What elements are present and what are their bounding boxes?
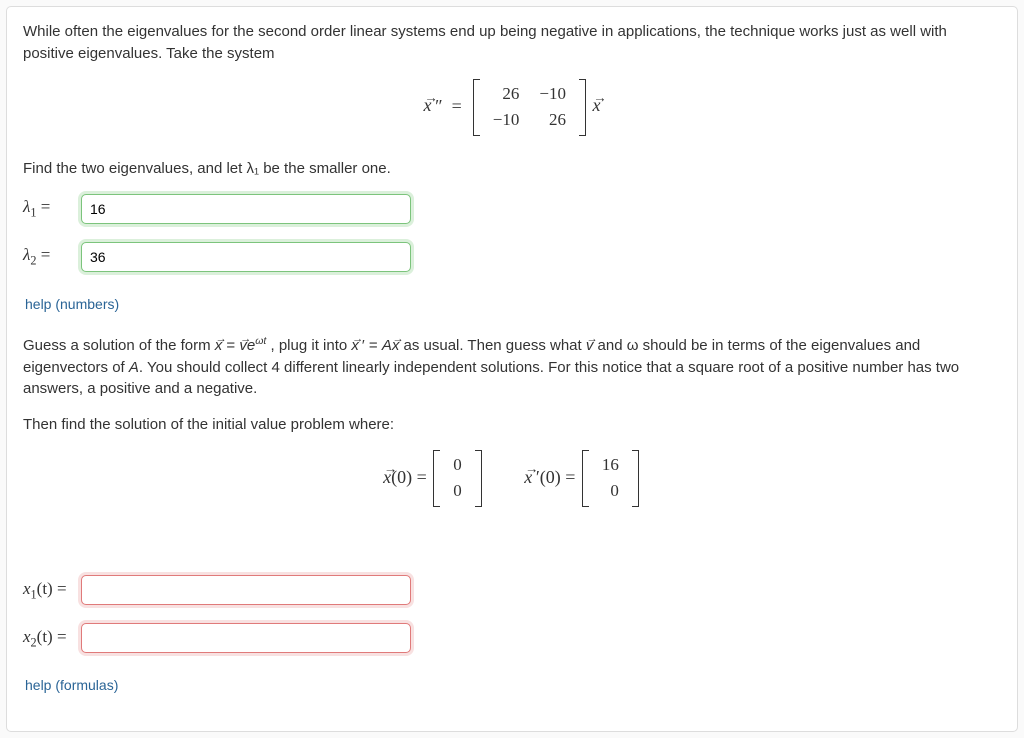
x1-input[interactable]: [81, 575, 411, 605]
x2-row: x2(t) =: [23, 623, 1001, 653]
x1-label: x1(t) =: [23, 577, 71, 604]
help-numbers-link[interactable]: help (numbers): [25, 294, 119, 314]
lambda1-label: λ1 =: [23, 195, 71, 222]
lambda1-input[interactable]: [81, 194, 411, 224]
find-eigenvalues-text: Find the two eigenvalues, and let λ₁ be …: [23, 158, 1001, 180]
problem-panel: While often the eigenvalues for the seco…: [6, 6, 1018, 732]
lambda2-label: λ2 =: [23, 243, 71, 270]
intro-text: While often the eigenvalues for the seco…: [23, 21, 1001, 65]
guess-paragraph: Guess a solution of the form x→ = v→eωt …: [23, 334, 1001, 400]
x2-label: x2(t) =: [23, 625, 71, 652]
lambda2-row: λ2 =: [23, 242, 1001, 272]
x1-row: x1(t) =: [23, 575, 1001, 605]
x2-input[interactable]: [81, 623, 411, 653]
lambda1-row: λ1 =: [23, 194, 1001, 224]
initial-conditions: x→(0) = 0 0 x→ ′(0) = 16 0: [23, 450, 1001, 507]
lambda2-input[interactable]: [81, 242, 411, 272]
system-equation: x→ ″ = 26−10 −1026 x→: [23, 79, 1001, 136]
then-find-text: Then find the solution of the initial va…: [23, 414, 1001, 436]
help-formulas-link[interactable]: help (formulas): [25, 675, 118, 695]
